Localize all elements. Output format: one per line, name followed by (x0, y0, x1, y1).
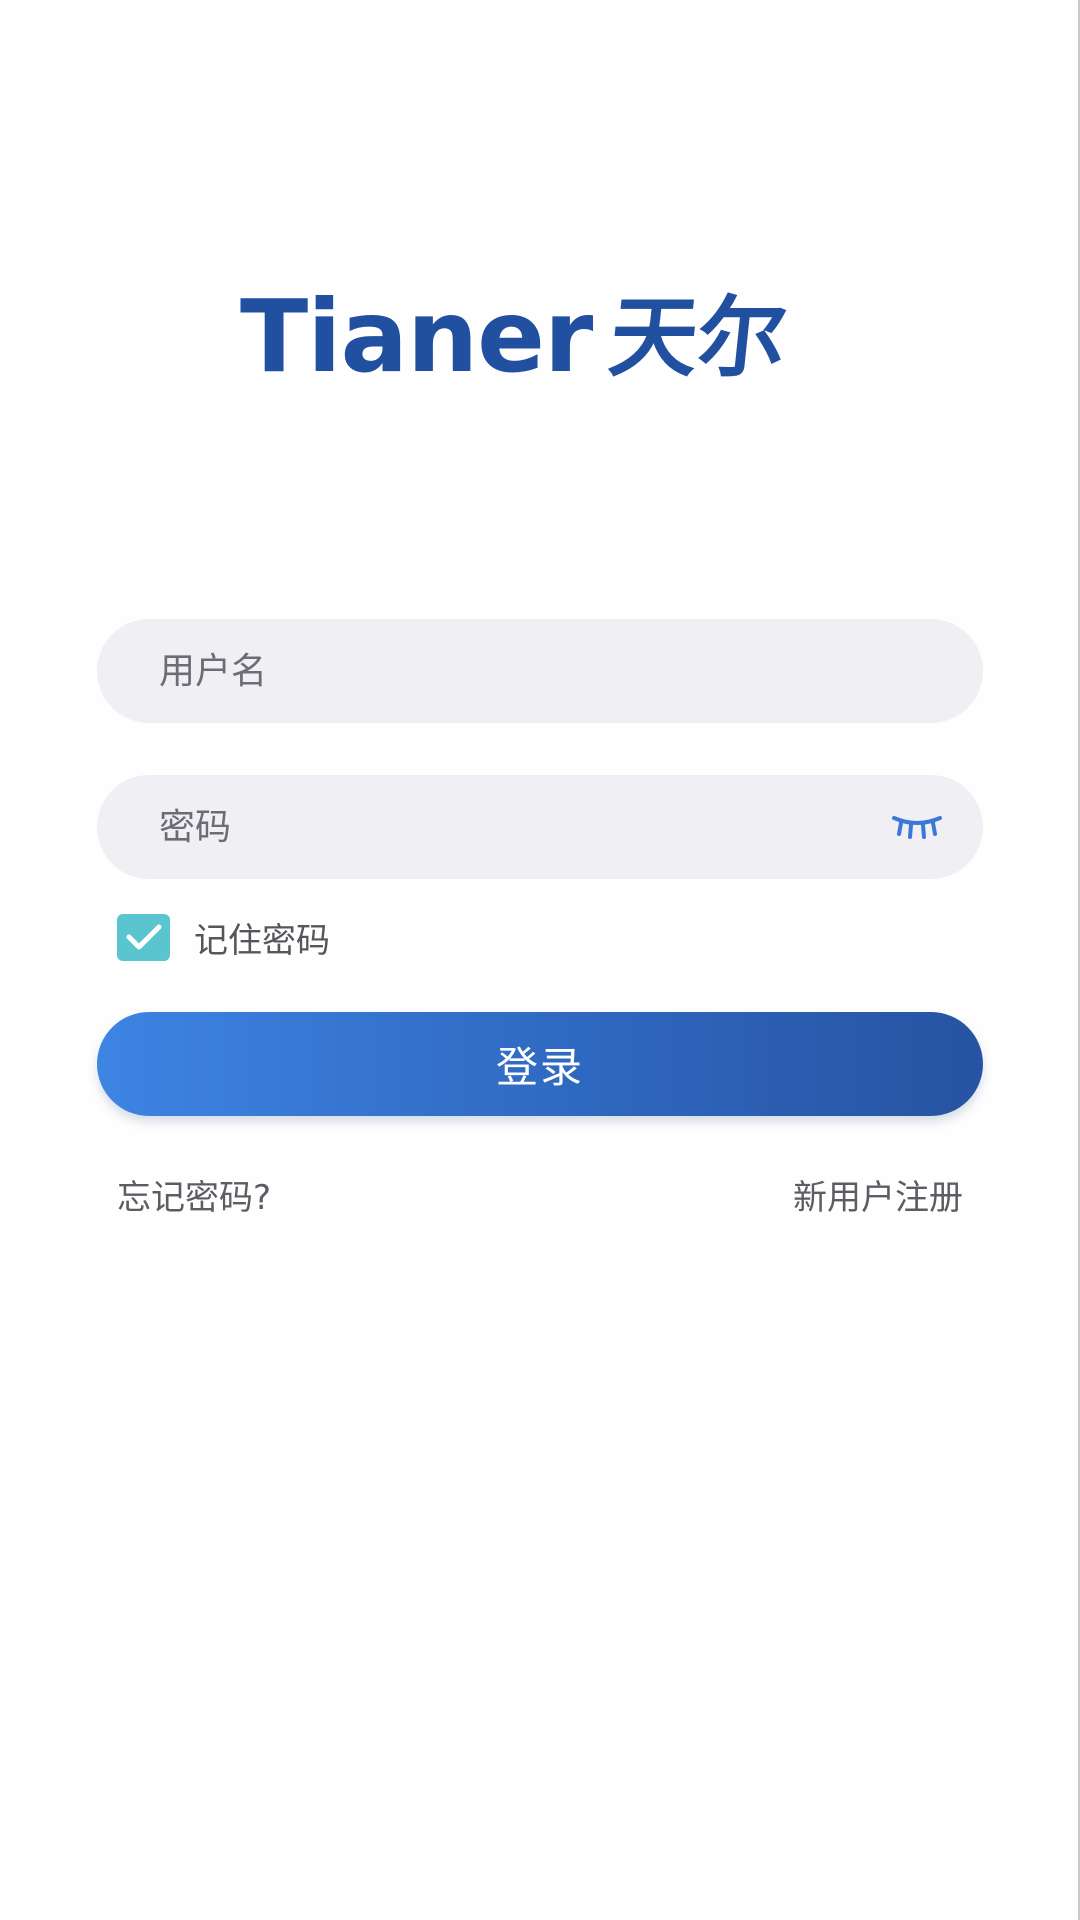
forgot-password-link[interactable]: 忘记密码? (117, 1170, 271, 1219)
username-input[interactable] (157, 649, 943, 693)
remember-password-row: 记住密码 (117, 912, 330, 962)
eye-closed-icon[interactable] (891, 812, 943, 842)
logo-text-latin: Tianer (240, 278, 593, 395)
check-icon (126, 924, 161, 950)
brand-logo: Tianer 天尔 (240, 282, 840, 392)
logo-text-chinese: 天尔 (604, 285, 792, 389)
login-button[interactable]: 登录 (97, 1012, 983, 1116)
username-field-container (97, 619, 983, 723)
register-link[interactable]: 新用户注册 (793, 1170, 963, 1219)
password-input[interactable] (157, 805, 891, 849)
password-field-container (97, 775, 983, 879)
login-screen: Tianer 天尔 记住密码 登录 忘记密码? 新用户注册 (0, 0, 1080, 1920)
remember-password-checkbox[interactable] (117, 913, 170, 961)
remember-password-label[interactable]: 记住密码 (194, 913, 330, 962)
